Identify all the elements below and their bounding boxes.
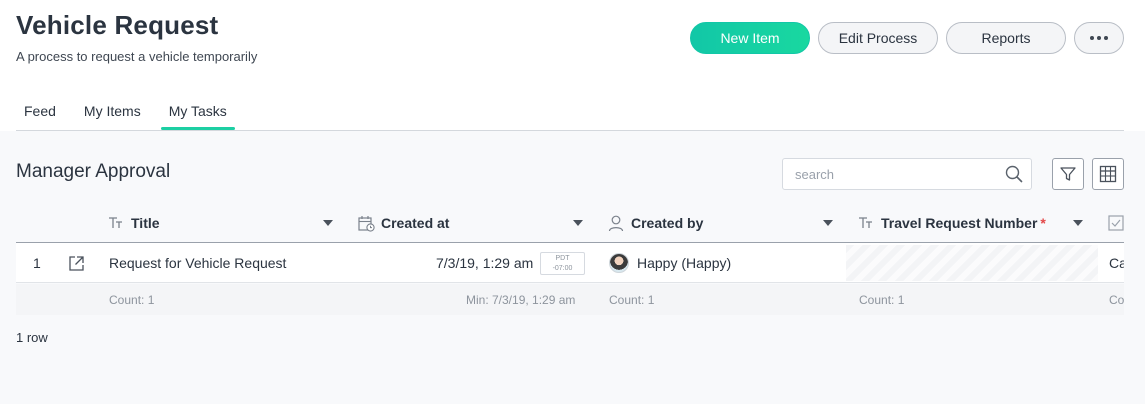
text-type-icon bbox=[857, 214, 875, 232]
row-count: 1 row bbox=[16, 330, 48, 345]
column-label: Title bbox=[131, 215, 160, 231]
timezone-badge: PDT -07:00 bbox=[540, 252, 585, 275]
search-icon[interactable] bbox=[1005, 165, 1023, 183]
column-label: Travel Request Number bbox=[881, 215, 1038, 231]
row-index: 1 bbox=[33, 255, 41, 271]
avatar bbox=[609, 253, 629, 273]
created-by-name: Happy (Happy) bbox=[637, 255, 732, 271]
column-label: Created by bbox=[631, 215, 704, 231]
filter-icon bbox=[1060, 167, 1076, 181]
table-header: Title Created at Created by Travel Reque… bbox=[16, 203, 1124, 243]
footer-partial-cell: Co bbox=[1109, 293, 1124, 307]
timezone-offset: -07:00 bbox=[552, 265, 573, 272]
page-header: Vehicle Request A process to request a v… bbox=[0, 0, 1145, 131]
text-type-icon bbox=[107, 214, 125, 232]
column-header-partial[interactable] bbox=[1107, 203, 1124, 243]
new-item-button[interactable]: New Item bbox=[690, 22, 810, 54]
section-title: Manager Approval bbox=[16, 161, 171, 182]
tab-bar: Feed My Items My Tasks bbox=[16, 92, 247, 131]
page-title: Vehicle Request bbox=[16, 10, 219, 40]
page-subtitle: A process to request a vehicle temporari… bbox=[16, 49, 258, 64]
column-header-created-at[interactable]: Created at bbox=[357, 203, 449, 243]
chevron-down-icon[interactable] bbox=[1073, 220, 1083, 226]
open-item-icon[interactable] bbox=[68, 243, 85, 283]
edit-process-button[interactable]: Edit Process bbox=[818, 22, 938, 54]
column-header-created-by[interactable]: Created by bbox=[607, 203, 703, 243]
table-row[interactable]: 1 Request for Vehicle Request 7/3/19, 1:… bbox=[16, 243, 1124, 283]
table-grid-icon bbox=[1099, 165, 1117, 183]
footer-created-at-min: Min: 7/3/19, 1:29 am bbox=[466, 293, 576, 307]
footer-created-by-count: Count: 1 bbox=[609, 293, 655, 307]
tab-my-items[interactable]: My Items bbox=[76, 92, 149, 130]
travel-request-number-cell[interactable] bbox=[846, 245, 1098, 281]
required-marker: * bbox=[1040, 215, 1046, 231]
row-title[interactable]: Request for Vehicle Request bbox=[109, 243, 286, 283]
filter-button[interactable] bbox=[1052, 158, 1084, 190]
column-header-travel-request-number[interactable]: Travel Request Number * bbox=[857, 203, 1046, 243]
row-created-at: 7/3/19, 1:29 am bbox=[436, 255, 534, 271]
chevron-down-icon[interactable] bbox=[323, 220, 333, 226]
column-header-title[interactable]: Title bbox=[107, 203, 160, 243]
checkbox-icon bbox=[1107, 214, 1124, 232]
row-created-by: Happy (Happy) bbox=[609, 243, 731, 283]
more-dots-icon bbox=[1090, 36, 1108, 40]
tab-feed[interactable]: Feed bbox=[16, 92, 64, 130]
table-footer: Count: 1 Min: 7/3/19, 1:29 am Count: 1 C… bbox=[16, 284, 1124, 315]
tasks-table: Title Created at Created by Travel Reque… bbox=[16, 203, 1124, 315]
tab-my-tasks[interactable]: My Tasks bbox=[160, 92, 235, 130]
footer-travel-count: Count: 1 bbox=[859, 293, 905, 307]
column-label: Created at bbox=[381, 215, 450, 231]
content-area: Manager Approval Title bbox=[0, 131, 1145, 404]
search-input[interactable] bbox=[783, 159, 993, 189]
chevron-down-icon[interactable] bbox=[573, 220, 583, 226]
reports-button[interactable]: Reports bbox=[946, 22, 1066, 54]
column-layout-button[interactable] bbox=[1092, 158, 1124, 190]
user-icon bbox=[607, 214, 625, 232]
calendar-clock-icon bbox=[357, 214, 375, 232]
footer-title-count: Count: 1 bbox=[109, 293, 155, 307]
timezone-abbr: PDT bbox=[555, 255, 570, 262]
chevron-down-icon[interactable] bbox=[823, 220, 833, 226]
search-box bbox=[782, 158, 1032, 190]
row-partial-cell: Ca bbox=[1109, 255, 1124, 271]
more-options-button[interactable] bbox=[1074, 22, 1124, 54]
